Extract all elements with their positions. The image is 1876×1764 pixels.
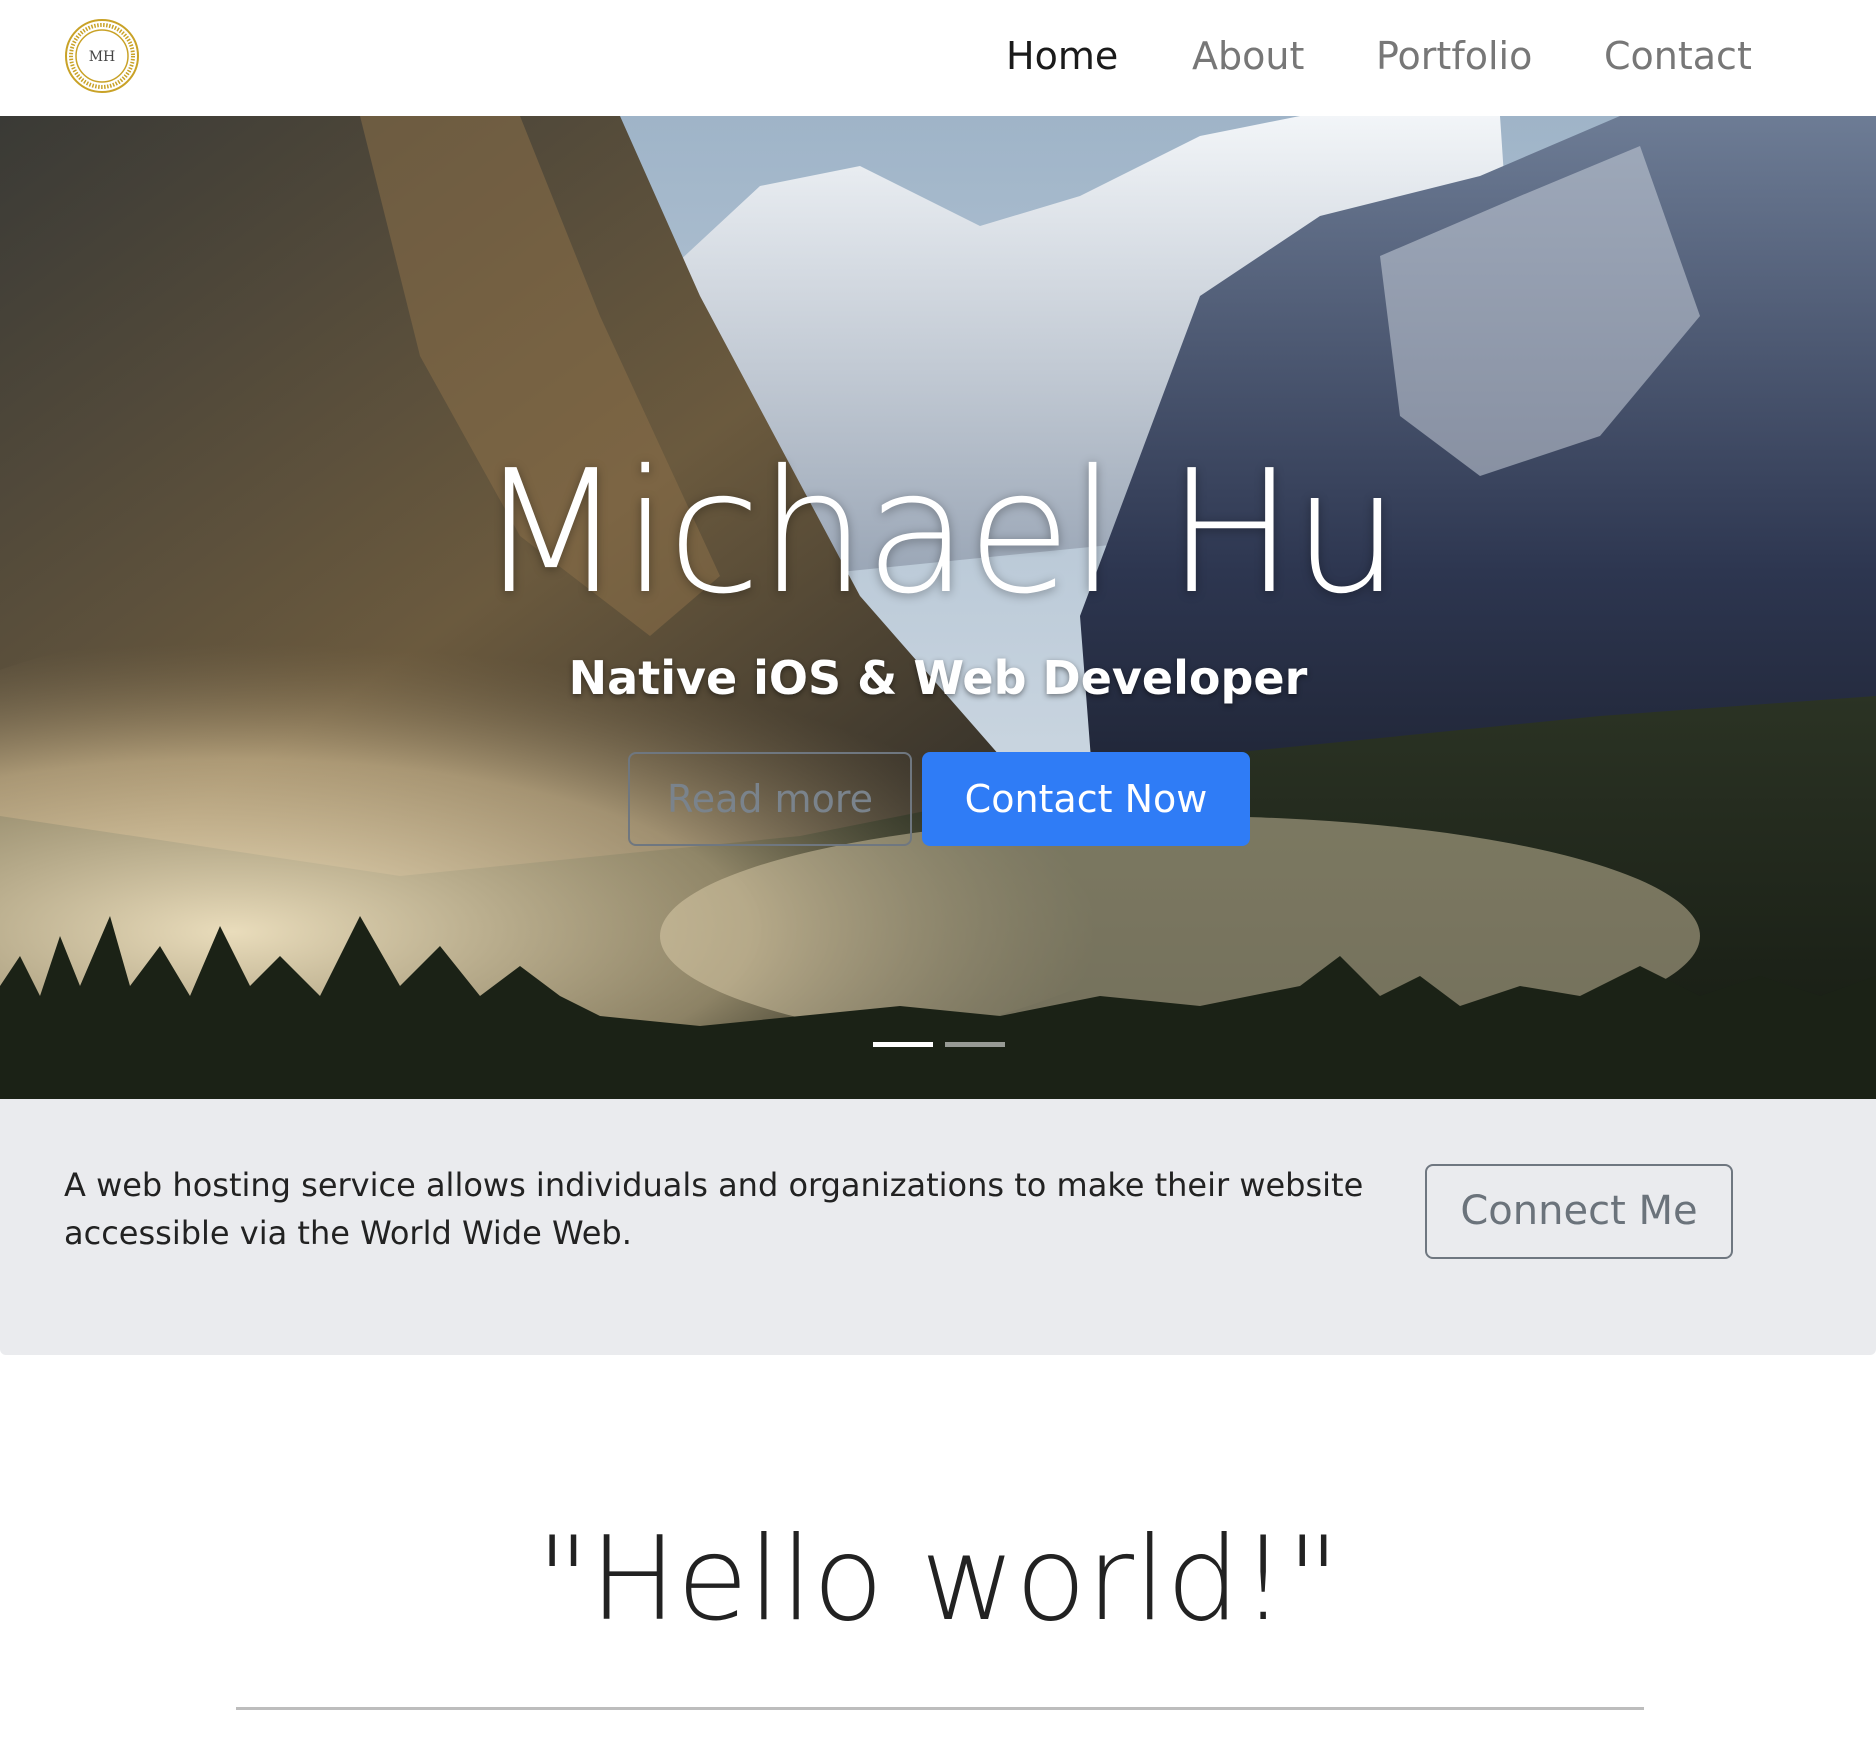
nav-home[interactable]: Home <box>1006 30 1118 82</box>
read-more-button[interactable]: Read more <box>628 752 912 846</box>
nav-portfolio[interactable]: Portfolio <box>1376 30 1532 82</box>
info-bar: A web hosting service allows individuals… <box>0 1099 1876 1355</box>
hello-heading: "Hello world!" <box>536 1512 1340 1647</box>
logo-text: MH <box>89 49 116 65</box>
hero-subtitle: Native iOS & Web Developer <box>568 651 1308 705</box>
connect-me-button[interactable]: Connect Me <box>1425 1164 1733 1259</box>
carousel-indicator-1[interactable] <box>873 1042 933 1047</box>
hero-carousel: Michael Hu Native iOS & Web Developer Re… <box>0 116 1876 1099</box>
navbar: MH Home About Portfolio Contact <box>0 0 1876 116</box>
nav-contact[interactable]: Contact <box>1604 30 1752 82</box>
info-text: A web hosting service allows individuals… <box>64 1166 1364 1252</box>
section-divider <box>236 1707 1644 1710</box>
nav-about[interactable]: About <box>1192 30 1304 82</box>
hero-title: Michael Hu <box>477 434 1401 632</box>
carousel-indicator-2[interactable] <box>945 1042 1005 1047</box>
contact-now-button[interactable]: Contact Now <box>922 752 1250 846</box>
logo-icon[interactable]: MH <box>64 18 140 94</box>
